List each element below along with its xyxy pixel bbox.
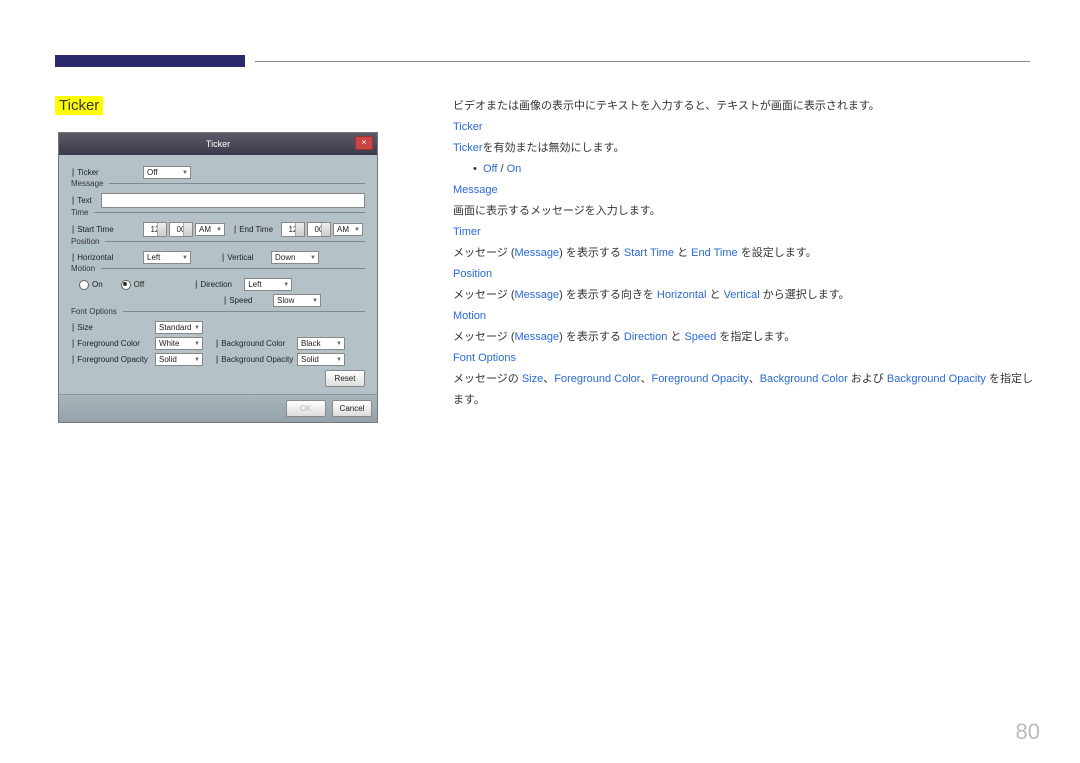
- desc-motion-line: メッセージ (Message) を表示する Direction と Speed …: [453, 327, 1043, 348]
- start-min-stepper[interactable]: 00: [169, 222, 193, 237]
- start-ampm-select[interactable]: AM: [195, 223, 225, 236]
- close-icon[interactable]: ×: [355, 136, 373, 150]
- dialog-titlebar: Ticker ×: [59, 133, 377, 155]
- reset-button[interactable]: Reset: [325, 370, 365, 387]
- vertical-label: Vertical: [221, 253, 271, 262]
- fg-opacity-select[interactable]: Solid: [155, 353, 203, 366]
- header-accent-bar: [55, 55, 245, 67]
- direction-select[interactable]: Left: [244, 278, 292, 291]
- fg-opacity-label: Foreground Opacity: [71, 355, 155, 364]
- desc-font-title: Font Options: [453, 348, 1043, 369]
- time-group: Time Start Time 12 00 AM End Time 12 00 …: [71, 212, 365, 237]
- font-options-label: Font Options: [71, 307, 123, 316]
- size-select[interactable]: Standard: [155, 321, 203, 334]
- position-group: Position Horizontal Left Vertical Down: [71, 241, 365, 264]
- end-ampm-select[interactable]: AM: [333, 223, 363, 236]
- ticker-dialog: Ticker × Ticker Off Message Text Time St…: [58, 132, 378, 423]
- start-time-label: Start Time: [71, 225, 143, 234]
- desc-font-line: メッセージの Size、Foreground Color、Foreground …: [453, 369, 1043, 411]
- desc-position-line: メッセージ (Message) を表示する向きを Horizontal と Ve…: [453, 285, 1043, 306]
- desc-position-title: Position: [453, 264, 1043, 285]
- motion-off-radio[interactable]: [121, 280, 131, 290]
- dialog-footer: OK Cancel: [59, 394, 377, 422]
- start-hour-stepper[interactable]: 12: [143, 222, 167, 237]
- time-group-label: Time: [71, 208, 94, 217]
- desc-ticker-line: Tickerを有効または無効にします。: [453, 138, 1043, 159]
- horizontal-select[interactable]: Left: [143, 251, 191, 264]
- desc-message-line: 画面に表示するメッセージを入力します。: [453, 201, 1043, 222]
- ok-button[interactable]: OK: [286, 400, 326, 417]
- desc-motion-title: Motion: [453, 306, 1043, 327]
- desc-timer-line: メッセージ (Message) を表示する Start Time と End T…: [453, 243, 1043, 264]
- desc-ticker-title: Ticker: [453, 117, 1043, 138]
- horizontal-label: Horizontal: [71, 253, 143, 262]
- message-group: Message Text: [71, 183, 365, 208]
- ticker-label: Ticker: [71, 168, 143, 177]
- dialog-title-text: Ticker: [206, 139, 230, 149]
- bg-color-select[interactable]: Black: [297, 337, 345, 350]
- message-group-label: Message: [71, 179, 109, 188]
- motion-group: Motion On Off Direction Left Speed Slow: [71, 268, 365, 307]
- message-input[interactable]: [101, 193, 365, 208]
- direction-label: Direction: [194, 280, 244, 289]
- speed-select[interactable]: Slow: [273, 294, 321, 307]
- page-number: 80: [1016, 719, 1040, 745]
- bg-opacity-select[interactable]: Solid: [297, 353, 345, 366]
- desc-ticker-bullet: • Off / On: [453, 159, 1043, 180]
- section-title: Ticker: [55, 96, 103, 115]
- fg-color-label: Foreground Color: [71, 339, 155, 348]
- motion-off-label: Off: [134, 280, 145, 289]
- header-divider: [255, 61, 1030, 62]
- desc-timer-title: Timer: [453, 222, 1043, 243]
- desc-message-title: Message: [453, 180, 1043, 201]
- motion-group-label: Motion: [71, 264, 101, 273]
- dialog-body: Ticker Off Message Text Time Start Time …: [59, 155, 377, 394]
- end-hour-stepper[interactable]: 12: [281, 222, 305, 237]
- desc-intro: ビデオまたは画像の表示中にテキストを入力すると、テキストが画面に表示されます。: [453, 96, 1043, 117]
- ticker-select[interactable]: Off: [143, 166, 191, 179]
- bg-color-label: Background Color: [215, 339, 297, 348]
- font-options-group: Font Options Size Standard Foreground Co…: [71, 311, 365, 387]
- cancel-button[interactable]: Cancel: [332, 400, 372, 417]
- bg-opacity-label: Background Opacity: [215, 355, 297, 364]
- position-group-label: Position: [71, 237, 105, 246]
- description-text: ビデオまたは画像の表示中にテキストを入力すると、テキストが画面に表示されます。 …: [453, 96, 1043, 411]
- speed-label: Speed: [223, 296, 273, 305]
- fg-color-select[interactable]: White: [155, 337, 203, 350]
- text-label: Text: [71, 196, 101, 205]
- vertical-select[interactable]: Down: [271, 251, 319, 264]
- size-label: Size: [71, 323, 155, 332]
- motion-on-label: On: [92, 280, 103, 289]
- motion-on-radio[interactable]: [79, 280, 89, 290]
- end-min-stepper[interactable]: 00: [307, 222, 331, 237]
- end-time-label: End Time: [233, 225, 281, 234]
